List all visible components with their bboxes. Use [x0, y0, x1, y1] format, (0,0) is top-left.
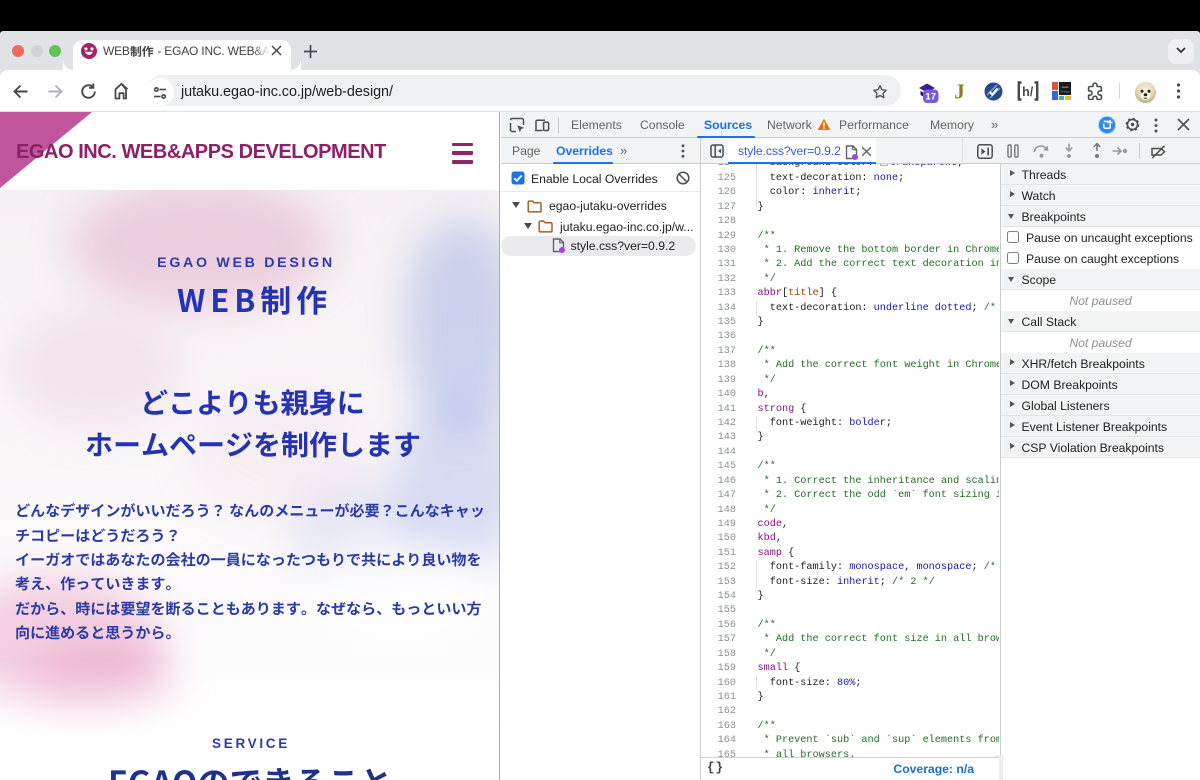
svg-text:h/: h/	[1022, 85, 1034, 99]
svg-text:17: 17	[925, 92, 936, 103]
svg-text:J: J	[954, 80, 965, 103]
svg-text:news: news	[1061, 85, 1069, 89]
svg-text:design: design	[1061, 90, 1070, 94]
